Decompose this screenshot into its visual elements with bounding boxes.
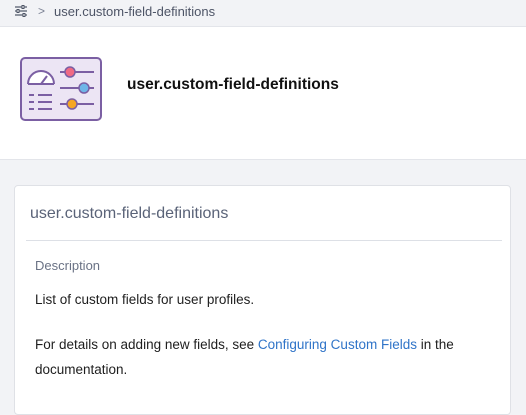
details-card: user.custom-field-definitions Descriptio…	[14, 185, 511, 415]
configuring-custom-fields-link[interactable]: Configuring Custom Fields	[258, 337, 417, 352]
chevron-right-icon: >	[38, 4, 46, 18]
divider	[26, 240, 502, 241]
description-text: List of custom fields for user profiles.	[35, 292, 255, 307]
breadcrumb: > user.custom-field-definitions	[0, 0, 526, 22]
sliders-icon[interactable]	[14, 5, 28, 17]
page-header: user.custom-field-definitions	[0, 26, 526, 160]
description-label: Description	[35, 258, 101, 273]
card-title: user.custom-field-definitions	[30, 205, 229, 222]
page-title: user.custom-field-definitions	[127, 76, 339, 93]
details-prefix: For details on adding new fields, see	[35, 337, 258, 352]
details-text: For details on adding new fields, see Co…	[35, 332, 495, 382]
settings-panel-icon	[20, 57, 102, 121]
breadcrumb-current[interactable]: user.custom-field-definitions	[54, 4, 215, 19]
